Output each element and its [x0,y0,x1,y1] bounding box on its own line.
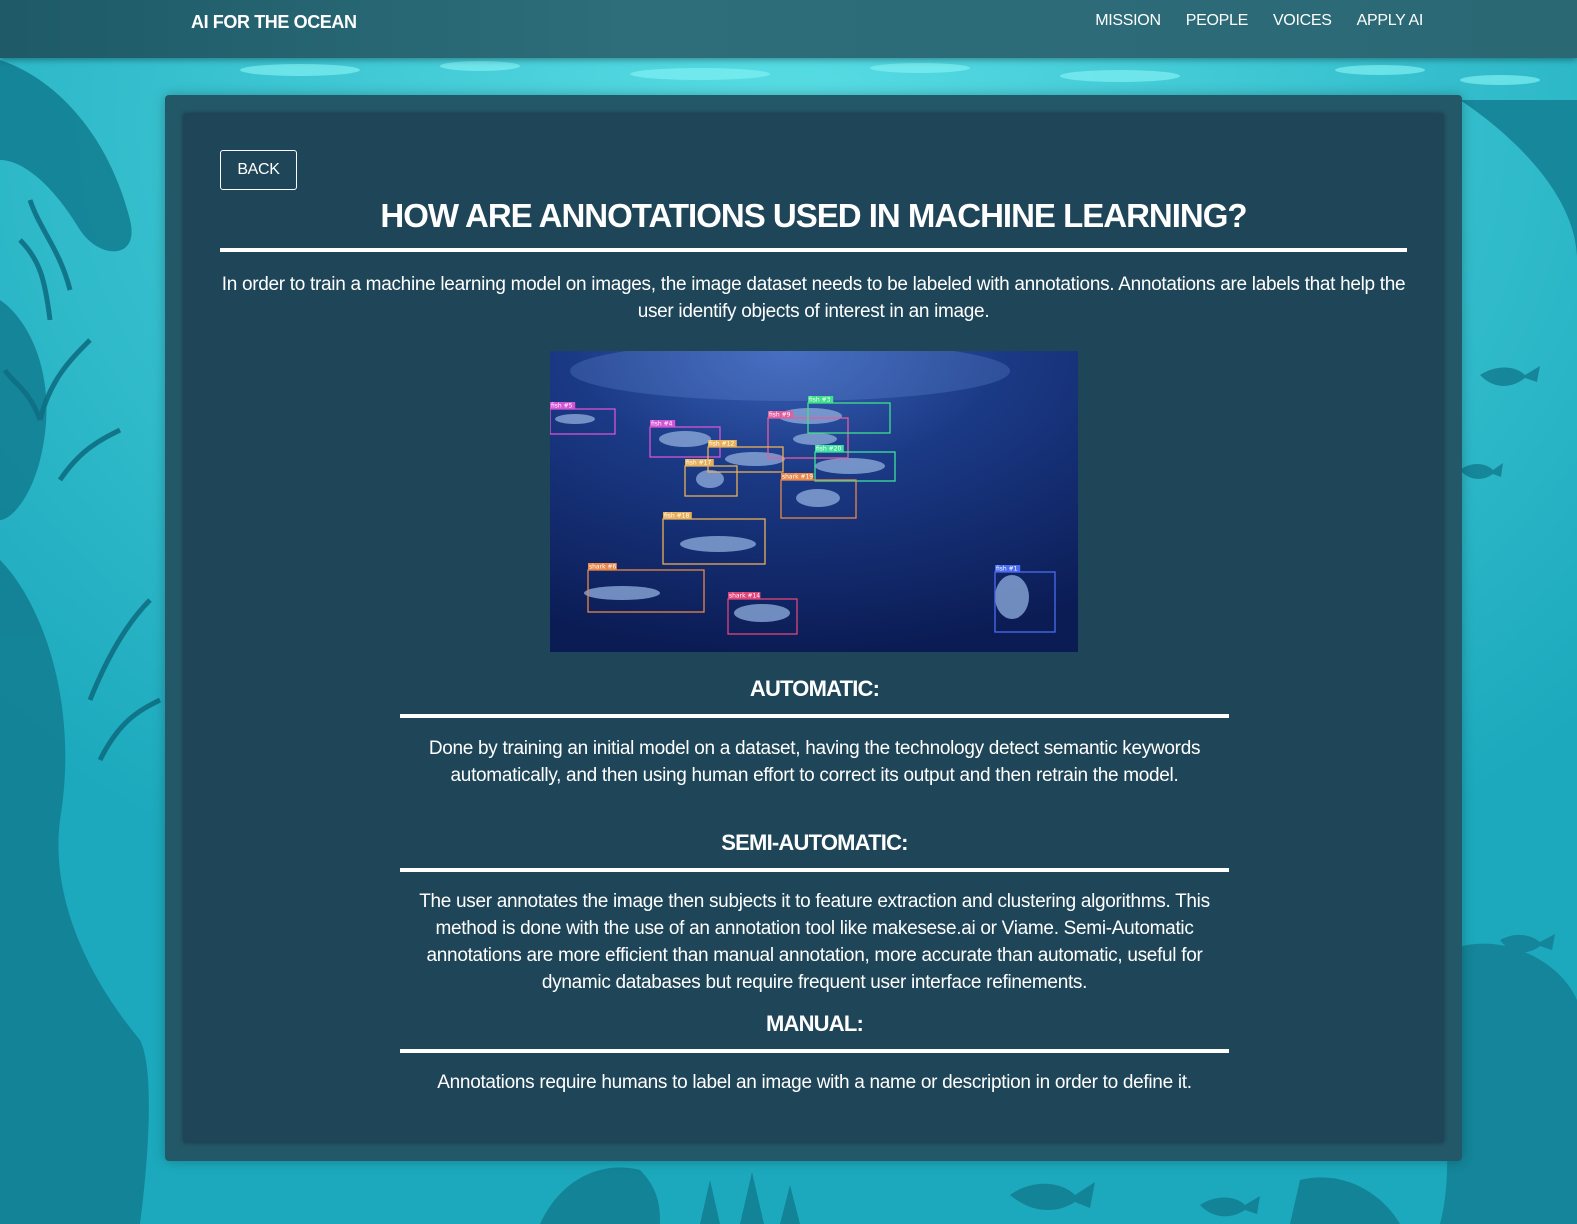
section-body-automatic: Done by training an initial model on a d… [428,738,1201,786]
nav-link-people[interactable]: PEOPLE [1186,12,1249,30]
nav-link-mission[interactable]: MISSION [1095,12,1161,30]
annotation-label: shark #14 [729,593,760,600]
annotation-label: fish #17 [686,460,711,467]
section-heading-manual: MANUAL: [765,1011,864,1036]
section-body-manual: Annotations require humans to label an i… [437,1072,1192,1093]
annotation-label: shark #6 [589,564,616,571]
section-body-semi-automatic: The user annotates the image then subjec… [419,891,1210,993]
semi-automatic-divider [400,868,1229,872]
page-title: HOW ARE ANNOTATIONS USED IN MACHINE LEAR… [380,197,1247,234]
nav-links: MISSION PEOPLE VOICES APPLY AI [1095,12,1423,30]
annotation-label: fish #5 [551,403,573,410]
manual-divider [400,1049,1229,1053]
back-button[interactable]: BACK [220,150,297,190]
annotated-fish-image: fish #5 fish #4 fish #9 fish #3 fish #12 fish… [550,351,1078,652]
section-heading-semi-automatic: SEMI-AUTOMATIC: [721,830,908,855]
section-heading-automatic: AUTOMATIC: [749,676,880,701]
annotation-label: fish #3 [809,397,831,404]
nav-link-apply-ai[interactable]: APPLY AI [1357,12,1424,30]
annotation-label: fish #18 [664,513,689,520]
brand-logo-link[interactable]: AI FOR THE OCEAN [191,12,357,33]
annotation-label: fish #9 [769,412,791,419]
title-divider [220,248,1407,252]
annotation-label: fish #4 [651,421,673,428]
annotation-label: fish #12 [709,441,734,448]
automatic-divider [400,714,1229,718]
top-navbar: AI FOR THE OCEAN MISSION PEOPLE VOICES A… [0,0,1577,58]
intro-paragraph: In order to train a machine learning mod… [221,274,1406,322]
annotation-label: shark #19 [782,474,813,481]
annotation-label: fish #1 [996,566,1018,573]
nav-link-voices[interactable]: VOICES [1273,12,1332,30]
annotation-label: fish #20 [816,446,841,453]
